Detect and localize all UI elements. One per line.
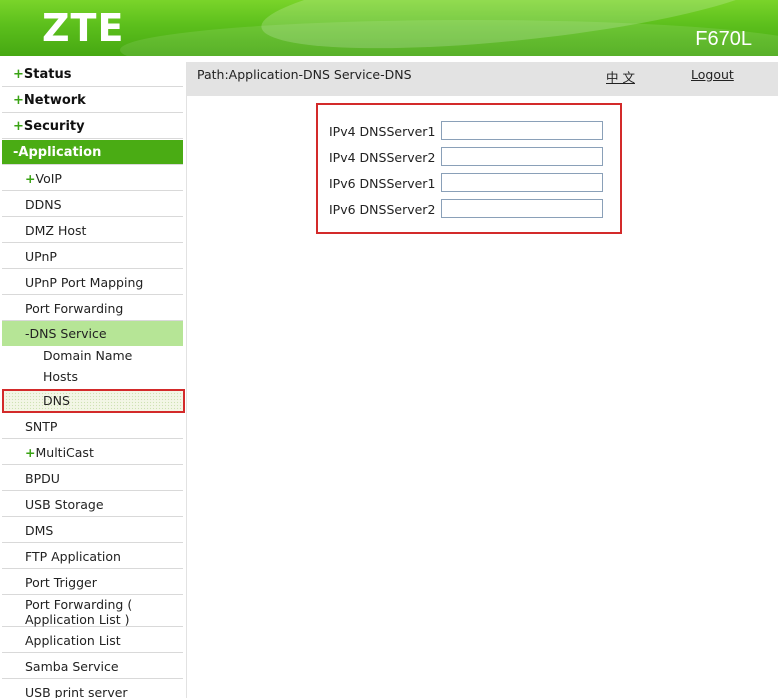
sidebar-item-dmz-host[interactable]: DMZ Host [2,218,183,243]
expand-plus-icon: + [25,171,36,186]
ipv6-dns1-input[interactable] [441,173,603,192]
sidebar-item-multicast[interactable]: +MultiCast [2,440,183,465]
ipv6-dns1-label: IPv6 DNSServer1 [329,176,436,191]
sidebar-item-bpdu[interactable]: BPDU [2,466,183,491]
sidebar-item-label: Network [23,93,86,108]
sidebar-item-upnp[interactable]: UPnP [2,244,183,269]
sidebar-item-label: MultiCast [35,445,94,460]
logout-link[interactable]: Logout [691,67,734,82]
sidebar-item-usb-print-server[interactable]: USB print server [2,680,183,698]
sidebar-item-domain-name[interactable]: Domain Name [2,346,183,366]
sidebar-item-ftp-application[interactable]: FTP Application [2,544,183,569]
expand-plus-icon: + [25,445,36,460]
sidebar-item-label: Application [18,145,102,160]
ipv4-dns2-input[interactable] [441,147,603,166]
sidebar-nav: +Status +Network +Security -Application … [0,62,187,698]
sidebar-item-network[interactable]: +Network [2,88,183,113]
sidebar-item-status[interactable]: +Status [2,62,183,87]
ipv6-dns2-label: IPv6 DNSServer2 [329,202,436,217]
sidebar-item-security[interactable]: +Security [2,114,183,139]
ipv4-dns1-row: IPv4 DNSServer1 [329,121,609,143]
breadcrumb: Path:Application-DNS Service-DNS [197,67,412,82]
sidebar-item-upnp-port-mapping[interactable]: UPnP Port Mapping [2,270,183,295]
expand-plus-icon: + [13,93,24,108]
sidebar-item-samba-service[interactable]: Samba Service [2,654,183,679]
path-bar: Path:Application-DNS Service-DNS 中 文 Log… [187,62,778,96]
sidebar-item-application-list[interactable]: Application List [2,628,183,653]
device-model: F670L [695,28,752,50]
sidebar-item-port-forwarding-application-list[interactable]: Port Forwarding ( Application List ) [2,596,183,627]
sidebar-item-application[interactable]: -Application [2,140,183,165]
sidebar-item-label: VoIP [35,171,62,186]
ipv4-dns1-input[interactable] [441,121,603,140]
language-link[interactable]: 中 文 [606,67,635,86]
sidebar-item-label-line1: Port Forwarding ( [25,597,133,612]
sidebar-item-label: Status [23,67,72,82]
sidebar-item-port-trigger[interactable]: Port Trigger [2,570,183,595]
header-banner: ZTE F670L [0,0,778,56]
sidebar-item-label: DNS Service [29,326,107,341]
sidebar-item-label: Security [23,119,85,134]
sidebar-item-port-forwarding[interactable]: Port Forwarding [2,296,183,321]
sidebar-item-dns[interactable]: DNS [2,389,185,413]
zte-logo: ZTE [42,6,125,50]
sidebar-item-sntp[interactable]: SNTP [2,414,183,439]
sidebar-item-hosts[interactable]: Hosts [2,366,183,387]
expand-plus-icon: + [13,67,24,82]
sidebar-item-dms[interactable]: DMS [2,518,183,543]
ipv4-dns1-label: IPv4 DNSServer1 [329,124,436,139]
ipv4-dns2-label: IPv4 DNSServer2 [329,150,436,165]
sidebar-item-dns-service[interactable]: -DNS Service [2,321,183,346]
sidebar-item-ddns[interactable]: DDNS [2,192,183,217]
sidebar-item-label-line2: Application List ) [25,612,130,627]
sidebar-item-voip[interactable]: +VoIP [2,166,183,191]
ipv6-dns1-row: IPv6 DNSServer1 [329,173,609,195]
sidebar-item-usb-storage[interactable]: USB Storage [2,492,183,517]
dns-server-form: IPv4 DNSServer1 IPv4 DNSServer2 IPv6 DNS… [316,103,622,234]
ipv4-dns2-row: IPv4 DNSServer2 [329,147,609,169]
ipv6-dns2-input[interactable] [441,199,603,218]
ipv6-dns2-row: IPv6 DNSServer2 [329,199,609,221]
expand-plus-icon: + [13,119,24,134]
header-sheen [120,20,778,56]
